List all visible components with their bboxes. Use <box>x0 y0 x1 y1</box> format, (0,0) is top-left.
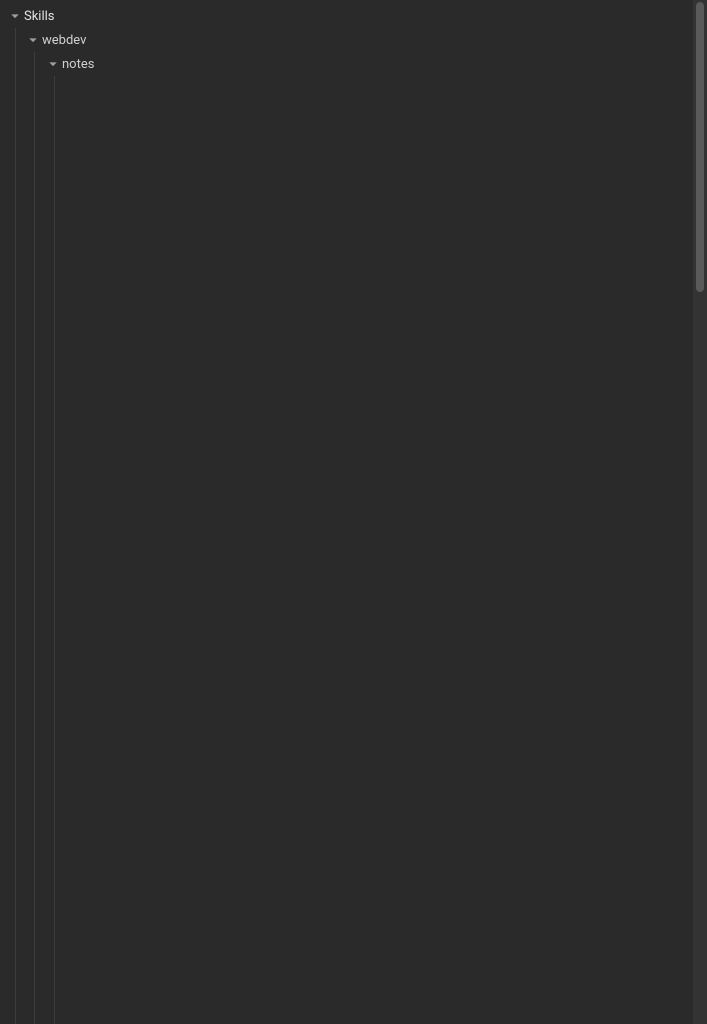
file-tree-sidebar: Skills webdev notes <box>0 0 693 1024</box>
chevron-down-icon <box>26 33 40 47</box>
chevron-down-icon <box>46 57 60 71</box>
tree-item-label: notes <box>62 57 94 72</box>
file-tree: Skills webdev notes <box>0 0 693 76</box>
tree-item-label: webdev <box>42 33 86 48</box>
chevron-down-icon <box>8 9 22 23</box>
tree-item-webdev[interactable]: webdev <box>0 28 693 52</box>
tree-item-skills[interactable]: Skills <box>0 4 693 28</box>
scrollbar-thumb[interactable] <box>696 2 704 292</box>
tree-item-notes[interactable]: notes <box>0 52 693 76</box>
scrollbar-track[interactable] <box>693 0 707 1024</box>
tree-item-label: Skills <box>24 9 55 24</box>
